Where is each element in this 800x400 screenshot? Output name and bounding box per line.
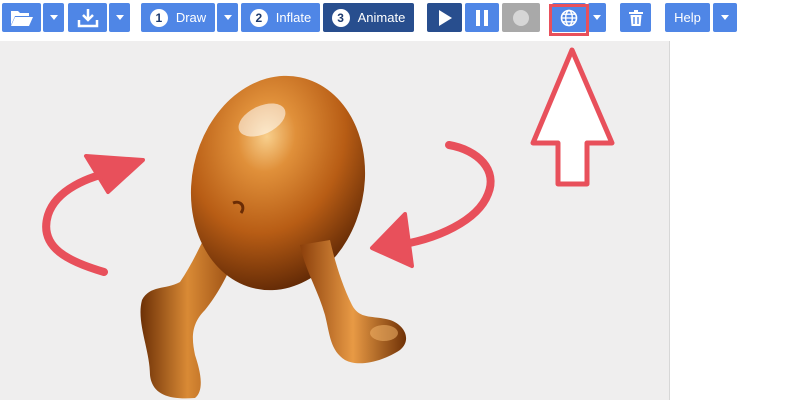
rotate-left-arrow-icon (42, 154, 145, 276)
monster-mash-app: 1 Draw 2 Inflate 3 Animate Help (0, 0, 800, 400)
annotation-overlay (42, 47, 615, 276)
up-arrow-icon (530, 47, 615, 187)
rotate-right-arrow-icon (370, 141, 495, 268)
